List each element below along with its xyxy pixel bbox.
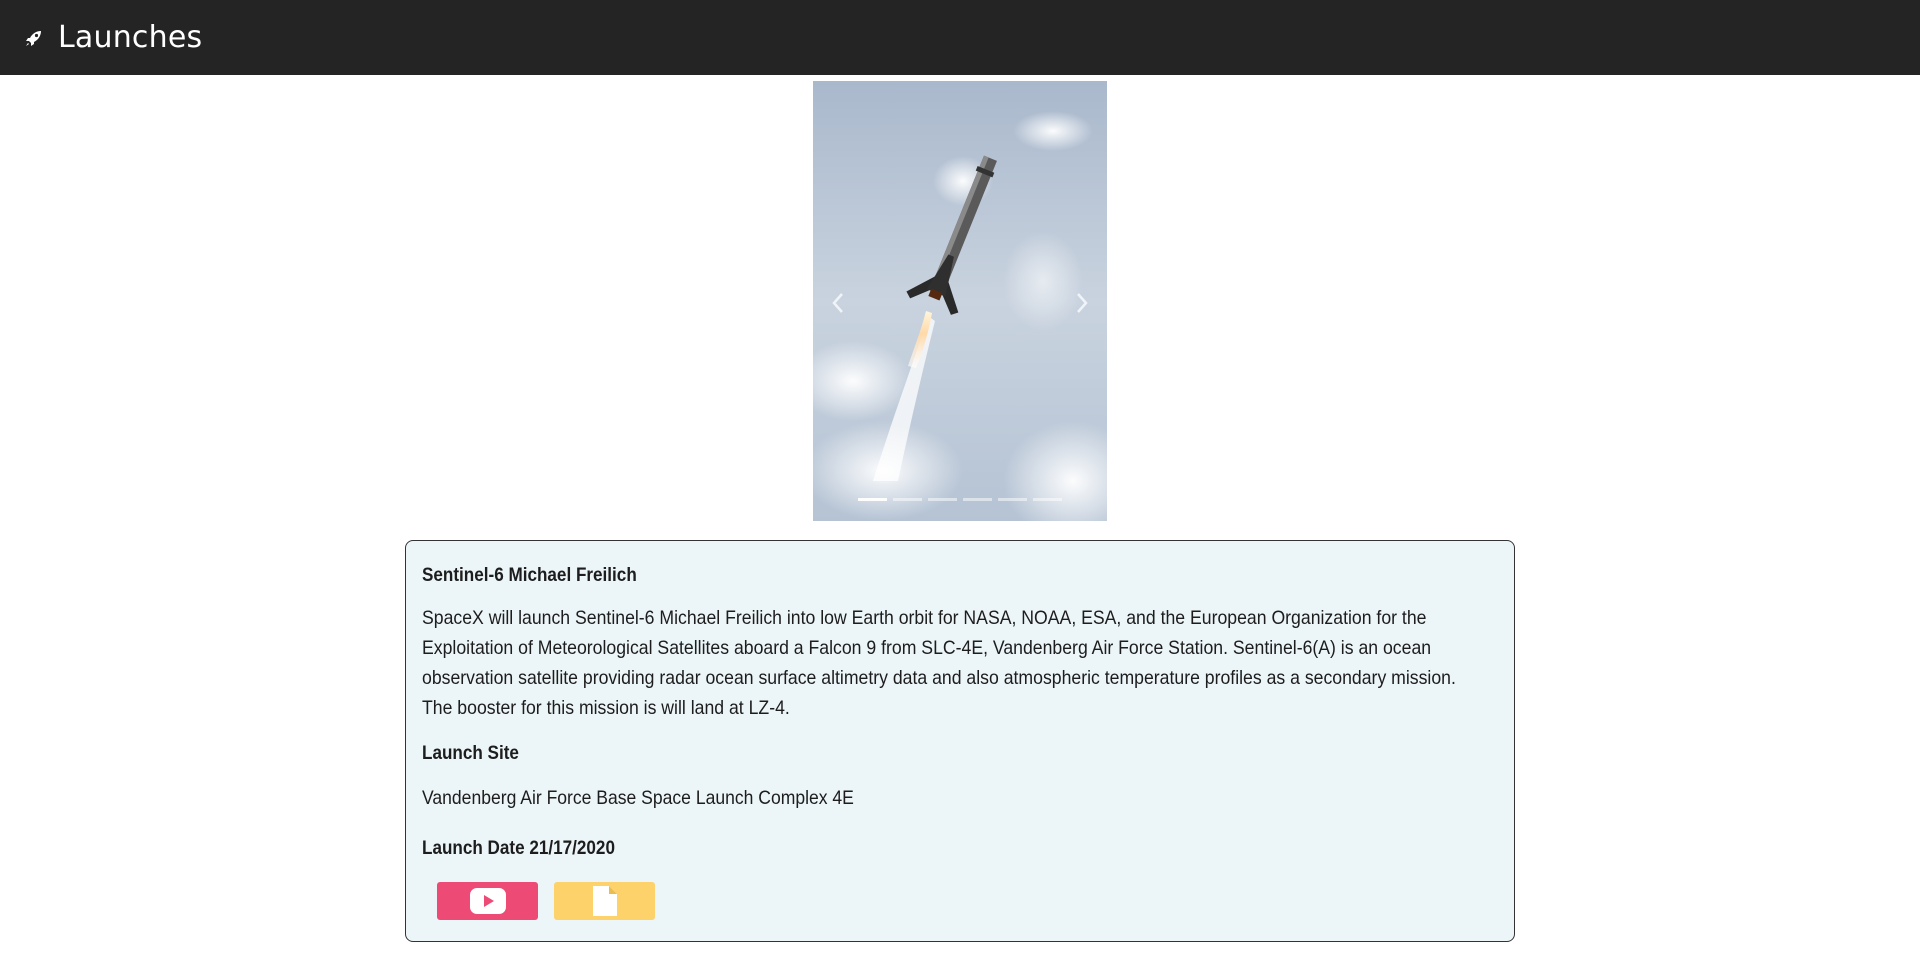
carousel-prev-button[interactable] (818, 283, 858, 323)
carousel-indicators (813, 498, 1107, 501)
rocket-icon (24, 28, 44, 48)
carousel-indicator[interactable] (963, 498, 992, 501)
launch-site-heading: Launch Site (422, 743, 519, 764)
document-icon (592, 886, 617, 916)
chevron-right-icon (1077, 293, 1088, 313)
carousel-next-button[interactable] (1062, 283, 1102, 323)
launch-date: Launch Date 21/17/2020 (422, 838, 615, 859)
carousel-indicator[interactable] (858, 498, 887, 501)
youtube-button[interactable] (437, 882, 538, 920)
youtube-icon (469, 888, 506, 914)
launch-site-value: Vandenberg Air Force Base Space Launch C… (422, 787, 854, 809)
mission-description: SpaceX will launch Sentinel-6 Michael Fr… (422, 607, 1456, 719)
mission-name: Sentinel-6 Michael Freilich (422, 565, 637, 586)
image-carousel (813, 81, 1107, 521)
carousel-indicator[interactable] (998, 498, 1027, 501)
chevron-left-icon (832, 293, 843, 313)
launch-details-card: Sentinel-6 Michael Freilich SpaceX will … (405, 540, 1515, 942)
navbar: Launches (0, 0, 1920, 75)
action-buttons (437, 882, 1498, 920)
article-button[interactable] (554, 882, 655, 920)
carousel-indicator[interactable] (1033, 498, 1062, 501)
carousel-indicator[interactable] (928, 498, 957, 501)
brand-title[interactable]: Launches (58, 20, 202, 55)
carousel-indicator[interactable] (893, 498, 922, 501)
